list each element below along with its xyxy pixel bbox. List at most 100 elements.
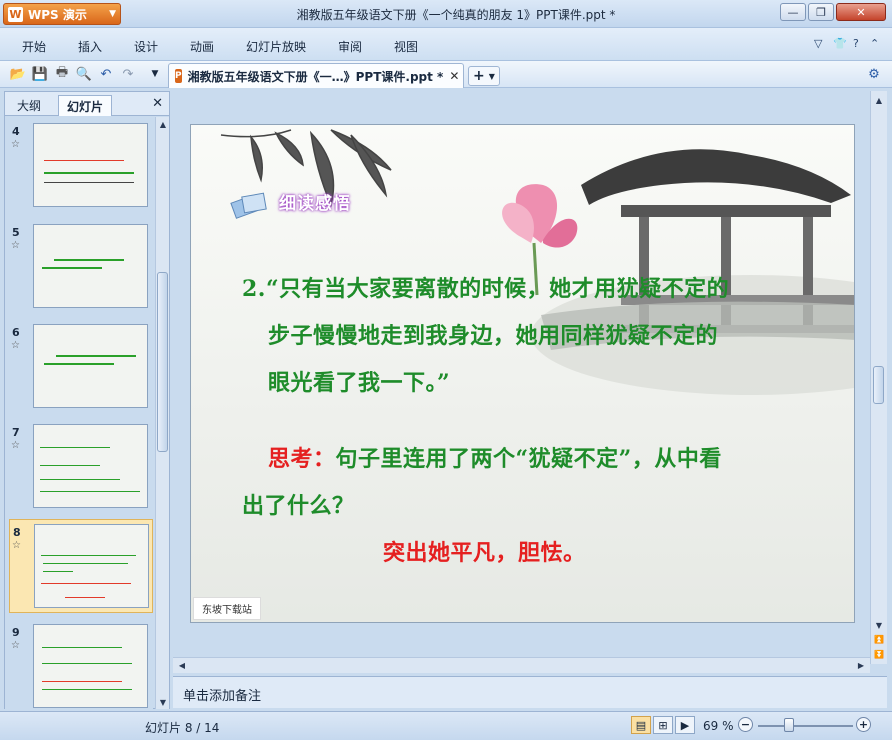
slide-number: 6 (12, 326, 20, 339)
close-panel-icon[interactable]: ✕ (152, 96, 163, 111)
status-bar: 幻灯片 8 / 14 ▤ ⊞ ▶ 69 % − + (0, 711, 892, 740)
zoom-level: 69 % (703, 719, 734, 733)
scroll-thumb[interactable] (157, 272, 168, 452)
question-text: 句子里连用了两个“犹疑不定”，从中看 (335, 446, 722, 472)
slide-preview (33, 624, 148, 708)
scroll-down-icon[interactable]: ▼ (872, 618, 886, 632)
settings-icon[interactable]: ⚙ (866, 66, 882, 82)
slide-thumbnails: 4 ☆ 5 ☆ 6 ☆ 7 ☆ 8 ☆ 9 ☆ (5, 117, 153, 709)
close-window-button[interactable]: ✕ (836, 3, 886, 21)
slide-number: 7 (12, 426, 20, 439)
scroll-thumb[interactable] (873, 366, 884, 404)
restore-button[interactable]: ❐ (808, 3, 834, 21)
scroll-right-icon[interactable]: ▶ (854, 658, 868, 672)
collapse-ribbon-icon[interactable]: ⌃ (870, 37, 879, 50)
customize-toolbar-icon[interactable]: ▼ (147, 66, 163, 82)
slide-preview (33, 123, 148, 207)
slide-number: 4 (12, 125, 20, 138)
save-icon[interactable]: 💾 (32, 66, 48, 82)
window-title: 湘教版五年级语文下册《一个纯真的朋友 1》PPT课件.ppt * (296, 8, 616, 22)
presentation-file-icon: P (175, 69, 182, 83)
new-tab-button[interactable]: + ▼ (468, 66, 500, 86)
redo-icon[interactable]: ↷ (120, 66, 136, 82)
panel-tabs: 大纲 幻灯片 ✕ (5, 92, 169, 116)
slide-thumbnail-9[interactable]: 9 ☆ (9, 620, 153, 709)
chevron-down-icon: ▼ (109, 9, 116, 19)
animation-star-icon: ☆ (11, 640, 20, 651)
zoom-out-button[interactable]: − (738, 717, 753, 732)
quote-line-1: 2.“只有当大家要离散的时候，她才用犹疑不定的 (242, 276, 730, 302)
question-label: 思考： (268, 446, 336, 472)
slide-thumbnail-4[interactable]: 4 ☆ (9, 119, 153, 213)
document-tab[interactable]: P 湘教版五年级语文下册《一…》PPT课件.ppt * ✕ (168, 63, 464, 88)
zoom-slider-handle[interactable] (784, 718, 794, 732)
current-slide[interactable]: 细读感悟 2.“只有当大家要离散的时候，她才用犹疑不定的 步子慢慢地走到我身边，… (190, 124, 855, 623)
animation-star-icon: ☆ (12, 540, 21, 551)
wps-app-menu-button[interactable]: W WPS 演示 ▼ (3, 3, 121, 25)
slide-thumbnail-6[interactable]: 6 ☆ (9, 320, 153, 414)
slide-number: 9 (12, 626, 20, 639)
menu-design[interactable]: 设计 (134, 38, 158, 55)
slides-panel-scrollbar[interactable]: ▲ ▼ (155, 117, 169, 709)
watermark-label: 东坡下载站 (193, 597, 261, 620)
document-tab-label: 湘教版五年级语文下册《一…》PPT课件.ppt * (187, 69, 444, 84)
menu-view[interactable]: 视图 (394, 38, 418, 55)
scroll-up-icon[interactable]: ▲ (156, 117, 170, 131)
menu-review[interactable]: 审阅 (338, 38, 362, 55)
slide-preview (33, 324, 148, 408)
next-slide-icon[interactable]: ⏬ (872, 647, 886, 661)
open-folder-icon[interactable]: 📂 (10, 66, 26, 82)
animation-star-icon: ☆ (11, 340, 20, 351)
tab-slides[interactable]: 幻灯片 (58, 95, 113, 116)
close-tab-icon[interactable]: ✕ (449, 69, 459, 83)
title-bar: W WPS 演示 ▼ 湘教版五年级语文下册《一个纯真的朋友 1》PPT课件.pp… (0, 0, 892, 28)
print-preview-icon[interactable]: 🔍 (76, 66, 92, 82)
menu-insert[interactable]: 插入 (78, 38, 102, 55)
wps-logo-icon: W (8, 6, 23, 22)
zoom-slider[interactable] (758, 725, 853, 727)
scroll-up-icon[interactable]: ▲ (872, 93, 886, 107)
chevron-down-icon[interactable]: ▽ (814, 37, 822, 50)
minimize-button[interactable]: — (780, 3, 806, 21)
quote-line-3: 眼光看了我一下。” (268, 370, 451, 396)
zoom-in-button[interactable]: + (856, 717, 871, 732)
plus-icon: + (473, 68, 485, 84)
slide-sorter-view-button[interactable]: ⊞ (653, 716, 673, 734)
animation-star-icon: ☆ (11, 240, 20, 251)
slide-editor: 细读感悟 2.“只有当大家要离散的时候，她才用犹疑不定的 步子慢慢地走到我身边，… (173, 91, 887, 674)
quick-access-toolbar: 📂 💾 🖶 🔍 ↶ ↷ ▼ P 湘教版五年级语文下册《一…》PPT课件.ppt … (0, 61, 892, 88)
notes-pane[interactable]: 单击添加备注 (173, 676, 887, 708)
normal-view-button[interactable]: ▤ (631, 716, 651, 734)
question-line-2: 出了什么？ (242, 493, 355, 519)
answer-text: 突出她平凡，胆怯。 (383, 540, 586, 566)
animation-star-icon: ☆ (11, 139, 20, 150)
undo-icon[interactable]: ↶ (98, 66, 114, 82)
slide-preview (33, 224, 148, 308)
menu-home[interactable]: 开始 (22, 38, 46, 55)
scroll-left-icon[interactable]: ◀ (175, 658, 189, 672)
print-icon[interactable]: 🖶 (54, 65, 70, 82)
previous-slide-icon[interactable]: ⏫ (872, 632, 886, 646)
menu-bar: 开始 插入 设计 动画 幻灯片放映 审阅 视图 ▽ 👕 ? ⌃ (0, 28, 892, 61)
slide-number: 5 (12, 226, 20, 239)
animation-star-icon: ☆ (11, 440, 20, 451)
chevron-down-icon: ▼ (488, 71, 495, 81)
notes-placeholder[interactable]: 单击添加备注 (183, 685, 261, 704)
editor-horizontal-scrollbar[interactable]: ◀ ▶ (173, 657, 870, 673)
slide-number: 8 (13, 526, 21, 539)
slide-thumbnail-7[interactable]: 7 ☆ (9, 420, 153, 514)
slide-preview (34, 524, 149, 608)
help-icon[interactable]: ? (853, 37, 859, 50)
tab-outline[interactable]: 大纲 (9, 95, 49, 116)
scroll-down-icon[interactable]: ▼ (156, 695, 170, 709)
editor-vertical-scrollbar[interactable]: ▲ ▼ ⏫ ⏬ (870, 91, 887, 664)
quote-line-2: 步子慢慢地走到我身边，她用同样犹疑不定的 (268, 323, 719, 349)
slideshow-view-button[interactable]: ▶ (675, 716, 695, 734)
slides-panel: 大纲 幻灯片 ✕ 4 ☆ 5 ☆ 6 ☆ 7 ☆ 8 ☆ 9 ☆ ▲ ▼ (4, 91, 170, 709)
skin-icon[interactable]: 👕 (833, 37, 847, 50)
slide-thumbnail-5[interactable]: 5 ☆ (9, 220, 153, 314)
slide-indicator: 幻灯片 8 / 14 (145, 721, 220, 735)
menu-slideshow[interactable]: 幻灯片放映 (246, 38, 306, 55)
menu-animation[interactable]: 动画 (190, 38, 214, 55)
slide-thumbnail-8[interactable]: 8 ☆ (9, 519, 153, 613)
